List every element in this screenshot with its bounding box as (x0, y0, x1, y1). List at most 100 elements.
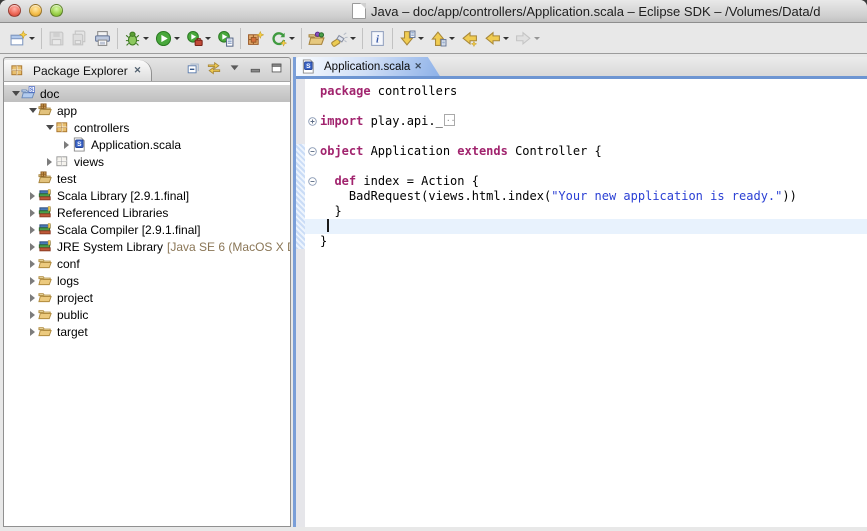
dropdown-arrow-icon[interactable] (143, 37, 149, 43)
disclosure-triangle-icon[interactable] (27, 104, 38, 117)
next-annotation-button[interactable] (396, 28, 427, 49)
disclosure-triangle-icon[interactable] (27, 294, 38, 302)
disclosure-triangle-icon[interactable] (27, 209, 38, 217)
print-button[interactable] (91, 28, 114, 49)
dropdown-arrow-icon[interactable] (289, 37, 295, 43)
close-view-icon[interactable]: ✕ (134, 65, 142, 76)
package-explorer-panel: Package Explorer ✕ SdocappcontrollersSAp… (3, 57, 291, 527)
document-proxy-icon (352, 3, 366, 19)
code-line[interactable]: } (305, 204, 867, 219)
minimize-window-button[interactable] (29, 4, 42, 17)
disclosure-triangle-icon[interactable] (10, 87, 21, 100)
dropdown-arrow-icon[interactable] (29, 37, 35, 43)
tree-item-app[interactable]: app (4, 102, 290, 119)
open-element-button[interactable] (305, 28, 328, 49)
package-explorer-tab[interactable]: Package Explorer ✕ (4, 60, 152, 81)
editor-body[interactable]: package controllers import play.api._obje… (296, 79, 867, 527)
save-all-icon (71, 30, 88, 47)
code-line[interactable]: def index = Action { (305, 174, 867, 189)
new-scala-element-button[interactable] (267, 28, 298, 49)
info-button[interactable]: i (366, 28, 389, 49)
disclosure-triangle-icon[interactable] (44, 121, 55, 134)
fold-expand-icon[interactable] (305, 114, 320, 129)
tree-item-test[interactable]: test (4, 170, 290, 187)
disclosure-triangle-icon[interactable] (27, 260, 38, 268)
tree-item-project[interactable]: project (4, 289, 290, 306)
disclosure-triangle-icon[interactable] (27, 226, 38, 234)
tree-item-label: conf (57, 257, 80, 271)
new-wizard-button[interactable] (7, 28, 38, 49)
link-with-editor-button[interactable] (205, 62, 223, 78)
disclosure-triangle-icon[interactable] (27, 277, 38, 285)
eclipse-window: Java – doc/app/controllers/Application.s… (0, 0, 867, 531)
code-line[interactable]: package controllers (305, 84, 867, 99)
debug-button[interactable] (121, 28, 152, 49)
code-text: package controllers (320, 84, 867, 99)
tree-item-scala-compiler-2-9-1-final[interactable]: Scala Compiler [2.9.1.final] (4, 221, 290, 238)
code-line[interactable]: import play.api._ (305, 114, 867, 129)
code-line[interactable] (305, 99, 867, 114)
close-window-button[interactable] (8, 4, 21, 17)
run-configuration-icon (217, 30, 234, 47)
library-icon (38, 239, 54, 254)
disclosure-triangle-icon[interactable] (61, 141, 72, 149)
view-menu-button[interactable] (226, 62, 244, 78)
tree-item-logs[interactable]: logs (4, 272, 290, 289)
tree-item-controllers[interactable]: controllers (4, 119, 290, 136)
tree-item-application-scala[interactable]: SApplication.scala (4, 136, 290, 153)
disclosure-triangle-icon[interactable] (27, 311, 38, 319)
code-text: BadRequest(views.html.index("Your new ap… (320, 189, 867, 204)
disclosure-triangle-icon[interactable] (27, 243, 38, 251)
code-segment-plain: play.api._ (363, 114, 442, 128)
close-tab-icon[interactable]: ✕ (414, 61, 422, 72)
tree-item-label: JRE System Library (57, 240, 163, 254)
code-line[interactable] (305, 129, 867, 144)
code-area[interactable]: package controllers import play.api._obje… (305, 79, 867, 527)
tree-item-jre-system-library[interactable]: JRE System Library[Java SE 6 (MacOS X De… (4, 238, 290, 255)
previous-annotation-icon (430, 30, 447, 47)
last-edit-location-button[interactable] (458, 28, 481, 49)
tree-item-target[interactable]: target (4, 323, 290, 340)
dropdown-arrow-icon[interactable] (534, 37, 540, 43)
code-line[interactable] (305, 159, 867, 174)
disclosure-triangle-icon[interactable] (27, 328, 38, 336)
tree-item-views[interactable]: views (4, 153, 290, 170)
tree-item-doc[interactable]: Sdoc (4, 85, 290, 102)
dropdown-arrow-icon[interactable] (503, 37, 509, 43)
back-button[interactable] (481, 28, 512, 49)
dropdown-arrow-icon[interactable] (350, 37, 356, 43)
new-java-project-button[interactable] (244, 28, 267, 49)
collapse-all-button[interactable] (184, 62, 202, 78)
dropdown-arrow-icon[interactable] (205, 37, 211, 43)
search-button[interactable] (328, 28, 359, 49)
dropdown-arrow-icon[interactable] (449, 37, 455, 43)
fold-collapse-icon[interactable] (305, 144, 320, 159)
tree-item-conf[interactable]: conf (4, 255, 290, 272)
dropdown-arrow-icon[interactable] (174, 37, 180, 43)
code-segment-keyword: package (320, 84, 371, 98)
code-line[interactable]: BadRequest(views.html.index("Your new ap… (305, 189, 867, 204)
current-code-line[interactable] (305, 219, 867, 234)
dropdown-arrow-icon[interactable] (418, 37, 424, 43)
disclosure-triangle-icon[interactable] (27, 192, 38, 200)
code-line[interactable]: object Application extends Controller { (305, 144, 867, 159)
code-segment-plain: )) (782, 189, 796, 203)
run-button[interactable] (152, 28, 183, 49)
run-external-tools-button[interactable] (183, 28, 214, 49)
previous-annotation-button[interactable] (427, 28, 458, 49)
run-icon (155, 30, 172, 47)
collapsed-region-icon[interactable] (444, 114, 455, 126)
tree-item-scala-library-2-9-1-final[interactable]: Scala Library [2.9.1.final] (4, 187, 290, 204)
code-line[interactable]: } (305, 234, 867, 249)
disclosure-triangle-icon[interactable] (44, 158, 55, 166)
fold-collapse-icon[interactable] (305, 174, 320, 189)
tree-item-referenced-libraries[interactable]: Referenced Libraries (4, 204, 290, 221)
zoom-window-button[interactable] (50, 4, 63, 17)
title-bar[interactable]: Java – doc/app/controllers/Application.s… (0, 0, 867, 23)
minimize-button[interactable] (247, 62, 265, 78)
maximize-button[interactable] (268, 62, 286, 78)
run-configuration-button[interactable] (214, 28, 237, 49)
editor-tab-application-scala[interactable]: S Application.scala ✕ (296, 57, 440, 76)
code-segment-string: "Your new application is ready." (551, 189, 782, 203)
tree-item-public[interactable]: public (4, 306, 290, 323)
